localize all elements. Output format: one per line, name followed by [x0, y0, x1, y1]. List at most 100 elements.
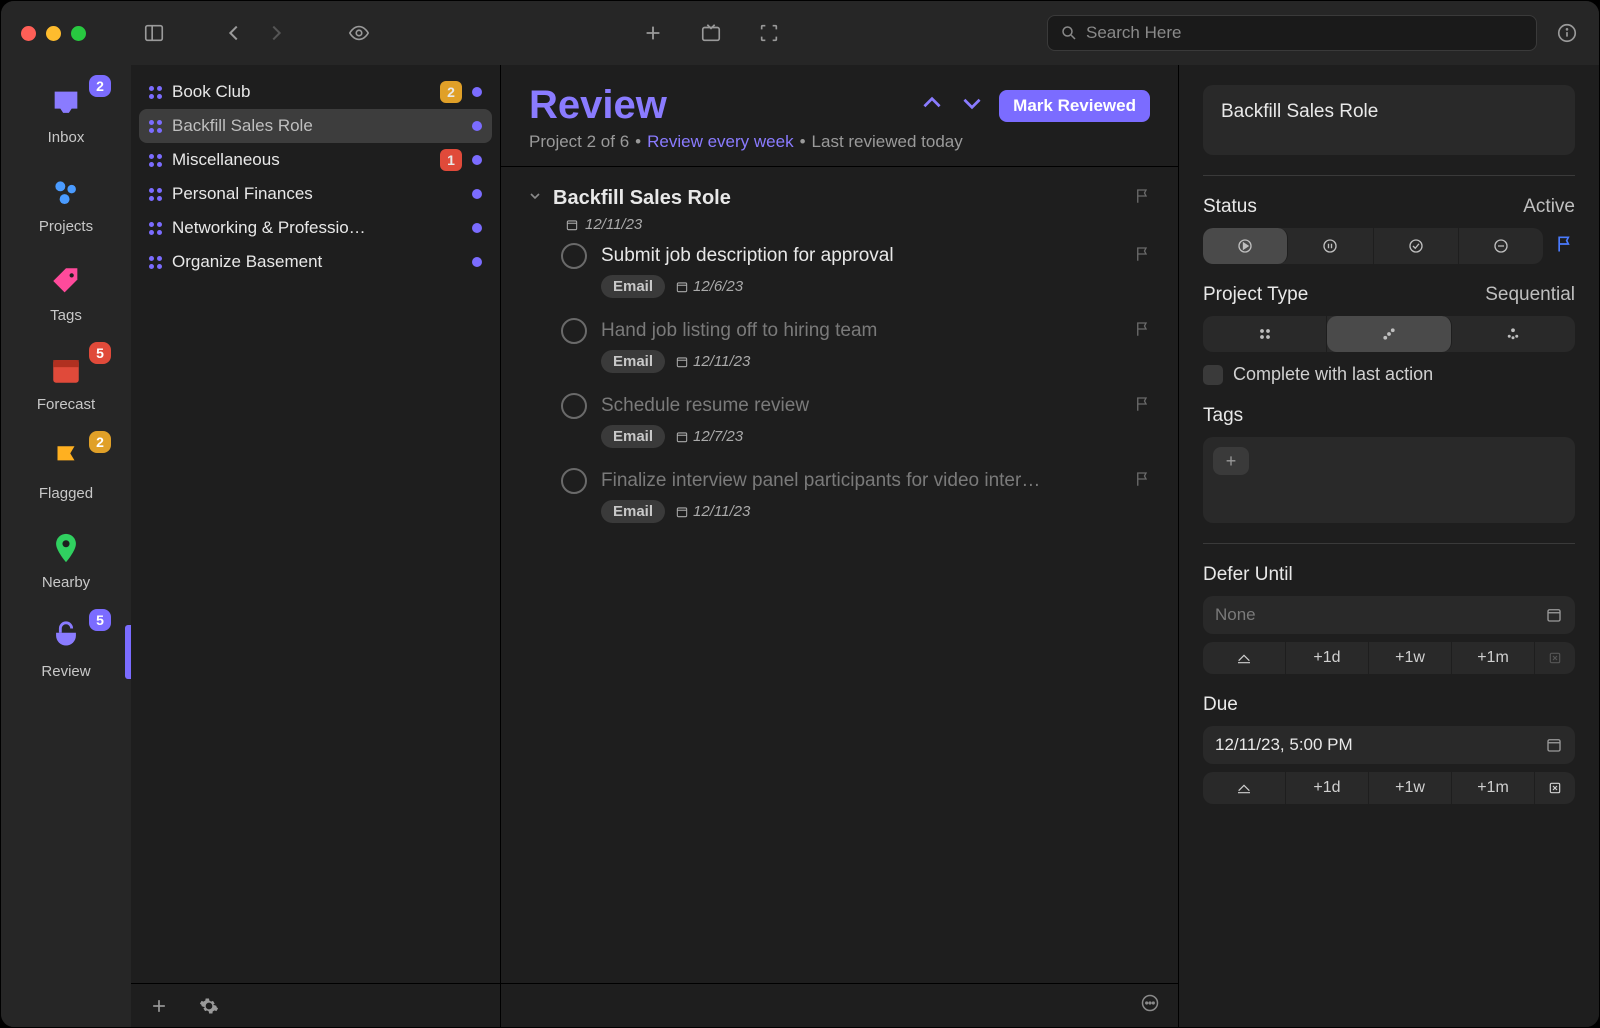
project-row[interactable]: Networking & Professio…	[139, 211, 492, 245]
group-title: Backfill Sales Role	[553, 187, 731, 210]
defer-1w-button[interactable]: +1w	[1369, 642, 1452, 674]
status-section: Status Active	[1203, 196, 1575, 264]
drag-handle-icon[interactable]	[149, 222, 162, 235]
gear-icon[interactable]	[199, 996, 219, 1016]
forward-icon[interactable]	[264, 21, 288, 45]
flag-icon[interactable]	[1134, 320, 1152, 343]
project-row[interactable]: Backfill Sales Role	[139, 109, 492, 143]
due-clear-icon[interactable]	[1535, 772, 1575, 804]
type-parallel-icon[interactable]	[1203, 316, 1327, 352]
perspective-nearby[interactable]: Nearby	[1, 528, 131, 591]
task-checkbox[interactable]	[561, 243, 587, 269]
project-row[interactable]: Book Club2	[139, 75, 492, 109]
drag-handle-icon[interactable]	[149, 256, 162, 269]
perspective-tags[interactable]: Tags	[1, 261, 131, 324]
search-input[interactable]: Search Here	[1047, 15, 1537, 51]
tags-field[interactable]: +	[1203, 437, 1575, 523]
back-icon[interactable]	[222, 21, 246, 45]
project-count-badge: 2	[440, 81, 462, 103]
add-icon[interactable]	[641, 21, 665, 45]
defer-today-icon[interactable]	[1203, 642, 1286, 674]
add-item-icon[interactable]	[149, 996, 169, 1016]
task-checkbox[interactable]	[561, 393, 587, 419]
status-hold-icon[interactable]	[1288, 228, 1373, 264]
defer-1m-button[interactable]: +1m	[1452, 642, 1535, 674]
perspective-projects[interactable]: Projects	[1, 172, 131, 235]
status-dot-icon	[472, 87, 482, 97]
traffic-lights	[21, 26, 86, 41]
group-date: 12/11/23	[517, 216, 1162, 233]
project-row[interactable]: Organize Basement	[139, 245, 492, 279]
complete-last-checkbox[interactable]: Complete with last action	[1203, 364, 1575, 385]
status-active-icon[interactable]	[1203, 228, 1288, 264]
sidebar-toggle-icon[interactable]	[142, 21, 166, 45]
group-header[interactable]: Backfill Sales Role	[517, 181, 1162, 216]
type-section: Project Type Sequential Complete with la…	[1203, 284, 1575, 385]
flag-icon[interactable]	[1134, 187, 1152, 210]
checkbox-icon[interactable]	[1203, 365, 1223, 385]
defer-clear-icon[interactable]	[1535, 642, 1575, 674]
projects-icon	[46, 172, 86, 212]
task-row[interactable]: Submit job description for approvalEmail…	[517, 233, 1162, 308]
minimize-window[interactable]	[46, 26, 61, 41]
perspective-review[interactable]: Review5	[1, 617, 131, 680]
quick-entry-icon[interactable]	[699, 21, 723, 45]
inspector-title-field[interactable]: Backfill Sales Role	[1203, 85, 1575, 155]
status-dropped-icon[interactable]	[1459, 228, 1543, 264]
task-row[interactable]: Finalize interview panel participants fo…	[517, 458, 1162, 533]
status-dot-icon	[472, 189, 482, 199]
calendar-icon[interactable]	[1545, 606, 1563, 624]
perspective-flagged[interactable]: Flagged2	[1, 439, 131, 502]
due-date-field[interactable]: 12/11/23, 5:00 PM	[1203, 726, 1575, 764]
calendar-icon[interactable]	[1545, 736, 1563, 754]
perspective-label: Review	[41, 663, 90, 680]
status-segmented[interactable]	[1203, 228, 1543, 264]
tags-section: Tags +	[1203, 405, 1575, 523]
due-1m-button[interactable]: +1m	[1452, 772, 1535, 804]
close-window[interactable]	[21, 26, 36, 41]
task-tag[interactable]: Email	[601, 350, 665, 373]
defer-date-field[interactable]: None	[1203, 596, 1575, 634]
status-done-icon[interactable]	[1374, 228, 1459, 264]
perspective-label: Nearby	[42, 574, 90, 591]
review-interval-link[interactable]: Review every week	[647, 132, 793, 151]
task-checkbox[interactable]	[561, 468, 587, 494]
eye-icon[interactable]	[344, 21, 374, 45]
drag-handle-icon[interactable]	[149, 120, 162, 133]
task-row[interactable]: Schedule resume reviewEmail12/7/23	[517, 383, 1162, 458]
chevron-down-icon[interactable]	[527, 188, 543, 209]
drag-handle-icon[interactable]	[149, 188, 162, 201]
mark-reviewed-button[interactable]: Mark Reviewed	[999, 90, 1150, 122]
type-single-icon[interactable]	[1452, 316, 1575, 352]
type-sequential-icon[interactable]	[1327, 316, 1451, 352]
perspective-inbox[interactable]: Inbox2	[1, 83, 131, 146]
nearby-icon	[46, 528, 86, 568]
task-tag[interactable]: Email	[601, 275, 665, 298]
focus-icon[interactable]	[757, 21, 781, 45]
status-label: Status	[1203, 196, 1257, 218]
flag-icon[interactable]	[1134, 470, 1152, 493]
drag-handle-icon[interactable]	[149, 154, 162, 167]
flag-icon[interactable]	[1134, 395, 1152, 418]
task-checkbox[interactable]	[561, 318, 587, 344]
project-row[interactable]: Personal Finances	[139, 177, 492, 211]
task-tag[interactable]: Email	[601, 500, 665, 523]
project-row[interactable]: Miscellaneous1	[139, 143, 492, 177]
add-tag-icon[interactable]: +	[1213, 447, 1249, 475]
zoom-window[interactable]	[71, 26, 86, 41]
drag-handle-icon[interactable]	[149, 86, 162, 99]
due-1w-button[interactable]: +1w	[1369, 772, 1452, 804]
info-icon[interactable]	[1555, 21, 1579, 45]
perspective-forecast[interactable]: Forecast5	[1, 350, 131, 413]
task-tag[interactable]: Email	[601, 425, 665, 448]
prev-project-icon[interactable]	[919, 90, 945, 121]
flag-toggle-icon[interactable]	[1555, 234, 1575, 259]
due-1d-button[interactable]: +1d	[1286, 772, 1369, 804]
more-icon[interactable]	[1140, 993, 1160, 1018]
flag-icon[interactable]	[1134, 245, 1152, 268]
next-project-icon[interactable]	[959, 90, 985, 121]
defer-1d-button[interactable]: +1d	[1286, 642, 1369, 674]
task-row[interactable]: Hand job listing off to hiring teamEmail…	[517, 308, 1162, 383]
due-today-icon[interactable]	[1203, 772, 1286, 804]
type-segmented[interactable]	[1203, 316, 1575, 352]
